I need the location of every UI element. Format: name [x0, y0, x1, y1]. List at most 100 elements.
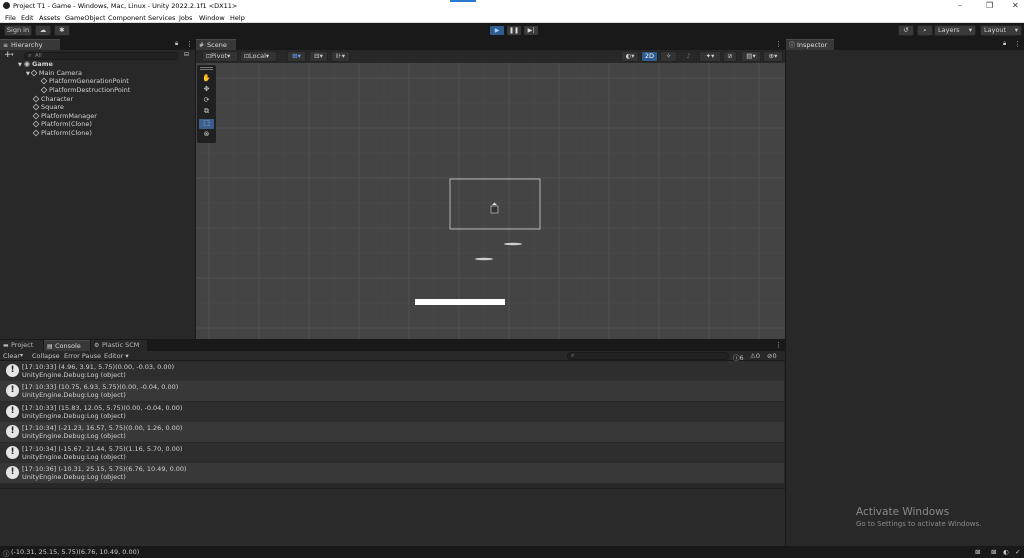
editor-dropdown[interactable]: Editor ▾: [104, 352, 129, 360]
hierarchy-item[interactable]: Square: [32, 103, 64, 111]
lighting-icon[interactable]: ✧: [660, 51, 677, 62]
play-button[interactable]: ▶: [490, 26, 504, 35]
tab-hierarchy[interactable]: ≡ Hierarchy: [0, 39, 60, 50]
camera-settings-button[interactable]: ▤▾: [741, 51, 761, 62]
hierarchy-item[interactable]: ▼ Main Camera: [26, 69, 82, 77]
audio-icon[interactable]: ♪: [680, 51, 697, 62]
menu-assets[interactable]: Assets: [39, 14, 60, 22]
camera-icon[interactable]: [490, 202, 499, 214]
status-last-log[interactable]: (-10.31, 25.15, 5.75)(6.76, 10.49, 0.00): [11, 548, 139, 556]
scene-root-item[interactable]: ▼ ◉ Game: [18, 60, 53, 68]
platform-sprite[interactable]: [504, 242, 522, 246]
tab-plastic-scm[interactable]: ⚙ Plastic SCM: [91, 340, 147, 351]
menu-gameobject[interactable]: GameObject: [65, 14, 106, 22]
tab-scene-label: Scene: [207, 41, 227, 49]
menu-window[interactable]: Window: [199, 14, 225, 22]
maximize-icon[interactable]: ❐: [986, 1, 993, 10]
lock-icon[interactable]: 🔒︎: [175, 40, 178, 48]
history-icon[interactable]: ↺: [898, 25, 914, 36]
hierarchy-item[interactable]: PlatformGenerationPoint: [40, 77, 129, 85]
tab-plastic-label: Plastic SCM: [102, 341, 140, 349]
hierarchy-item[interactable]: Character: [32, 95, 73, 103]
step-button[interactable]: ▶|: [524, 26, 538, 35]
pause-button[interactable]: ❚❚: [507, 26, 521, 35]
hand-tool-icon[interactable]: ✋: [199, 74, 214, 84]
log-entry[interactable]: ! [17:10:34] (-15.67, 21.44, 5.75)(1.16,…: [0, 443, 784, 463]
snap-settings-button[interactable]: ⊪▾: [331, 51, 350, 62]
log-source: UnityEngine.Debug:Log (object): [22, 432, 126, 440]
chevron-down-icon[interactable]: ▾: [11, 52, 14, 58]
menu-jobs[interactable]: Jobs: [179, 14, 192, 22]
collapse-button[interactable]: Collapse: [32, 352, 60, 360]
tab-project[interactable]: ▬ Project: [0, 340, 43, 351]
clear-button[interactable]: Clear: [3, 352, 20, 360]
2d-toggle[interactable]: 2D: [641, 51, 658, 62]
menu-help[interactable]: Help: [230, 14, 245, 22]
debug-icon[interactable]: ⊠: [991, 548, 996, 556]
tab-console[interactable]: ▤ Console: [44, 340, 90, 351]
network-icon[interactable]: ⊠: [975, 548, 980, 556]
error-pause-button[interactable]: Error Pause: [64, 352, 101, 360]
filter-icon[interactable]: ⊟: [184, 51, 189, 58]
scene-viewport[interactable]: ✋ ✥ ⟳ ⧉ ⬚ ⊗: [196, 63, 785, 339]
tab-scene[interactable]: # Scene: [196, 39, 236, 50]
more-options-icon[interactable]: ⋮: [1014, 40, 1021, 48]
more-options-icon[interactable]: ⋮: [775, 40, 782, 48]
minimize-icon[interactable]: –: [958, 1, 962, 10]
pivot-dropdown[interactable]: ⊡Pivot▾: [202, 51, 238, 62]
layers-dropdown[interactable]: Layers ▾: [934, 25, 976, 36]
more-options-icon[interactable]: ⋮: [186, 40, 193, 48]
scene-panel-header: # Scene ⋮ ⊡Pivot▾ ⊡Local▾ ⊞▾ ⊟▾ ⊪▾ ◐▾ 2D …: [196, 39, 785, 63]
lock-icon[interactable]: 🔒︎: [1003, 40, 1006, 48]
chevron-down-icon[interactable]: ▾: [20, 352, 23, 359]
hierarchy-search-input[interactable]: ⌕ All: [24, 52, 179, 60]
log-entry[interactable]: ! [17:10:36] (-10.31, 25.15, 5.75)(6.76,…: [0, 463, 784, 483]
log-source: UnityEngine.Debug:Log (object): [22, 473, 126, 481]
layout-dropdown[interactable]: Layout ▾: [980, 25, 1022, 36]
sign-in-button[interactable]: Sign in: [4, 25, 32, 36]
local-dropdown[interactable]: ⊡Local▾: [240, 51, 277, 62]
rect-tool-icon[interactable]: ⬚: [199, 119, 214, 129]
hierarchy-item[interactable]: Platform(Clone): [32, 129, 92, 137]
progress-icon[interactable]: ◐: [1003, 548, 1009, 556]
transform-tool-icon[interactable]: ⊗: [199, 130, 214, 140]
info-log-icon: !: [6, 384, 19, 397]
collab-icon[interactable]: ✱: [54, 25, 70, 36]
hierarchy-item[interactable]: PlatformDestructionPoint: [40, 86, 130, 94]
menu-file[interactable]: File: [5, 14, 16, 22]
square-sprite[interactable]: [415, 299, 505, 305]
log-entry[interactable]: ! [17:10:33] (15.83, 12.05, 5.75)(0.00, …: [0, 402, 784, 422]
drag-handle-icon[interactable]: [200, 67, 213, 70]
more-options-icon[interactable]: ⋮: [775, 341, 782, 349]
plastic-scm-icon: ⚙: [94, 342, 100, 349]
warning-count-toggle[interactable]: ⚠0: [750, 352, 760, 360]
search-icon[interactable]: ⌕: [917, 25, 933, 36]
folder-icon: ▬: [3, 342, 9, 349]
shading-mode-button[interactable]: ◐▾: [621, 51, 639, 62]
gizmos-button[interactable]: ⊕▾: [763, 51, 783, 62]
cloud-icon[interactable]: ☁: [35, 25, 51, 36]
effects-button[interactable]: ✦▾: [699, 51, 721, 62]
rotate-tool-icon[interactable]: ⟳: [199, 96, 214, 106]
check-icon[interactable]: ✓: [1015, 548, 1020, 556]
move-tool-icon[interactable]: ✥: [199, 85, 214, 95]
log-entry[interactable]: ! [17:10:34] (-21.23, 16.57, 5.75)(0.00,…: [0, 422, 784, 442]
tab-inspector[interactable]: ⓘ Inspector: [786, 39, 834, 50]
console-toolbar: Clear ▾ Collapse Error Pause Editor ▾ ⌕ …: [0, 351, 785, 362]
console-search-input[interactable]: ⌕: [567, 352, 729, 360]
menu-services[interactable]: Services: [148, 14, 175, 22]
hierarchy-item[interactable]: PlatformManager: [32, 112, 97, 120]
menu-component[interactable]: Component: [108, 14, 146, 22]
close-icon[interactable]: ✕: [1012, 1, 1019, 10]
search-placeholder: All: [35, 53, 42, 59]
hierarchy-item[interactable]: Platform(Clone): [32, 120, 92, 128]
scale-tool-icon[interactable]: ⧉: [199, 107, 214, 117]
error-count-toggle[interactable]: ⊘0: [767, 352, 777, 360]
platform-sprite[interactable]: [475, 257, 493, 261]
snap-increment-button[interactable]: ⊟▾: [309, 51, 328, 62]
log-entry[interactable]: ! [17:10:33] (4.96, 3.91, 5.75)(0.00, -0…: [0, 361, 784, 381]
menu-edit[interactable]: Edit: [21, 14, 34, 22]
visibility-icon[interactable]: ⊘: [723, 51, 737, 62]
grid-snap-button[interactable]: ⊞▾: [287, 51, 306, 62]
log-entry[interactable]: ! [17:10:33] (10.75, 6.93, 5.75)(0.00, -…: [0, 381, 784, 401]
